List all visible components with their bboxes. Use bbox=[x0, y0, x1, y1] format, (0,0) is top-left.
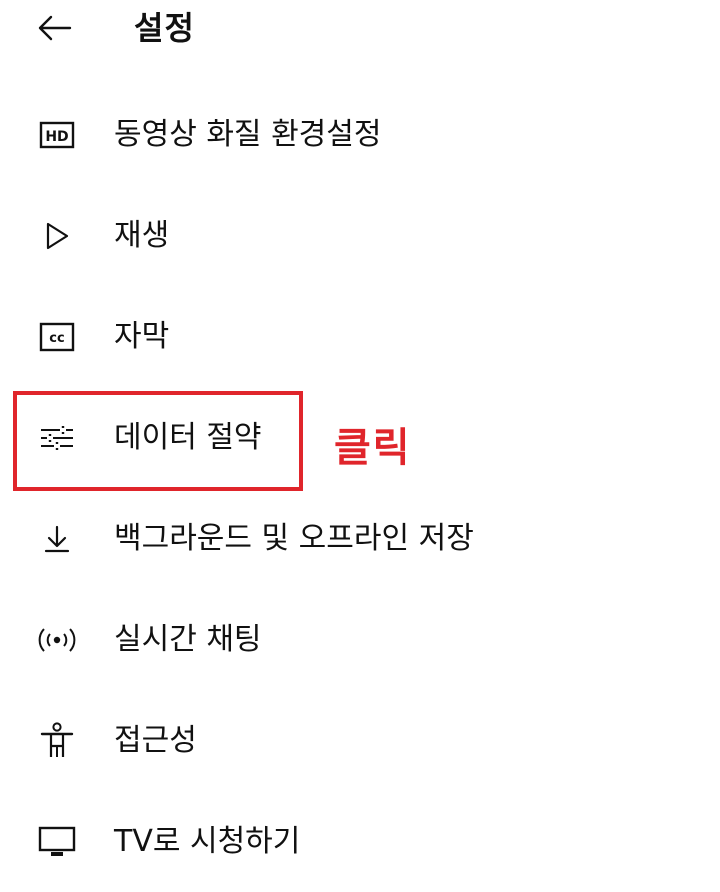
svg-text:cc: cc bbox=[49, 331, 64, 346]
menu-item-playback[interactable]: 재생 bbox=[0, 185, 720, 286]
highlight-box bbox=[13, 391, 303, 491]
menu-item-label: 접근성 bbox=[114, 722, 197, 758]
top-app-bar: 설정 bbox=[0, 0, 720, 62]
menu-item-label: 자막 bbox=[114, 318, 170, 354]
menu-item-watch-on-tv[interactable]: TV로 시청하기 bbox=[0, 791, 720, 892]
play-outline-icon bbox=[36, 215, 78, 257]
broadcast-icon bbox=[36, 619, 78, 661]
menu-item-live-chat[interactable]: 실시간 채팅 bbox=[0, 589, 720, 690]
menu-item-accessibility[interactable]: 접근성 bbox=[0, 690, 720, 791]
menu-item-label: 실시간 채팅 bbox=[114, 621, 262, 657]
click-annotation: 클릭 bbox=[334, 425, 412, 471]
arrow-left-icon bbox=[36, 14, 72, 42]
menu-item-video-quality[interactable]: HD 동영상 화질 환경설정 bbox=[0, 84, 720, 185]
menu-item-label: TV로 시청하기 bbox=[114, 823, 301, 859]
menu-item-label: 백그라운드 및 오프라인 저장 bbox=[114, 520, 474, 556]
closed-caption-icon: cc bbox=[36, 316, 78, 358]
tv-icon bbox=[36, 821, 78, 863]
menu-item-label: 재생 bbox=[114, 217, 170, 253]
download-arrow-icon bbox=[36, 518, 78, 560]
page-title: 설정 bbox=[134, 9, 195, 47]
back-button[interactable] bbox=[30, 8, 78, 48]
menu-item-label: 동영상 화질 환경설정 bbox=[114, 116, 382, 152]
accessibility-person-icon bbox=[36, 720, 78, 762]
menu-item-captions[interactable]: cc 자막 bbox=[0, 286, 720, 387]
svg-text:HD: HD bbox=[45, 129, 68, 145]
menu-item-background-offline[interactable]: 백그라운드 및 오프라인 저장 bbox=[0, 488, 720, 589]
hd-icon: HD bbox=[36, 114, 78, 156]
